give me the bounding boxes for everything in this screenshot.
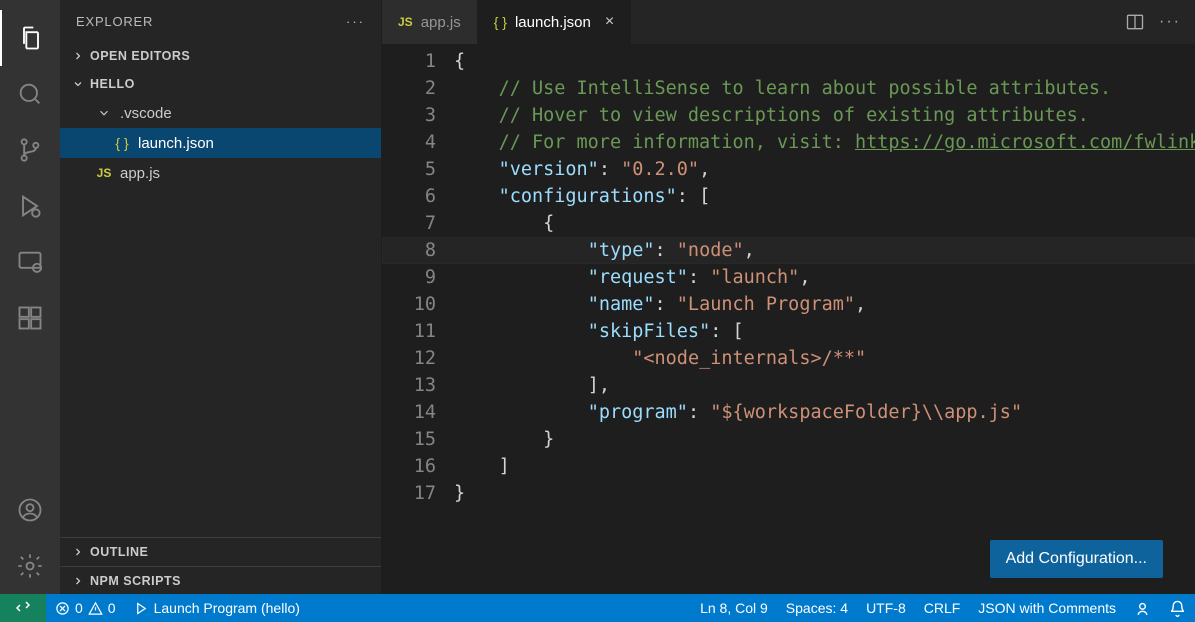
sidebar: EXPLORER ··· OPEN EDITORS HELLO <box>60 0 382 594</box>
status-indent[interactable]: Spaces: 4 <box>777 594 857 622</box>
json-icon: { } <box>494 14 507 30</box>
tree-file-launch-json[interactable]: { } launch.json <box>60 128 381 158</box>
extensions-icon <box>16 304 44 332</box>
section-open-editors[interactable]: OPEN EDITORS <box>60 42 381 70</box>
warning-icon <box>88 601 103 616</box>
tab-launch-json[interactable]: { } launch.json × <box>478 0 631 44</box>
chevron-right-icon <box>70 50 86 62</box>
status-language[interactable]: JSON with Comments <box>969 594 1125 622</box>
section-npm-scripts[interactable]: NPM SCRIPTS <box>60 566 381 594</box>
sidebar-title: EXPLORER <box>76 14 153 29</box>
more-icon[interactable]: ··· <box>346 14 365 29</box>
editor-area: JS app.js { } launch.json × ··· <box>382 0 1195 594</box>
gear-icon <box>16 552 44 580</box>
json-icon: { } <box>112 135 132 151</box>
activity-remote-explorer[interactable] <box>0 234 60 290</box>
status-launch-config[interactable]: Launch Program (hello) <box>125 594 309 622</box>
section-workspace[interactable]: HELLO <box>60 70 381 98</box>
status-eol[interactable]: CRLF <box>915 594 970 622</box>
code-content[interactable]: { // Use IntelliSense to learn about pos… <box>454 44 1195 594</box>
error-icon <box>55 601 70 616</box>
add-configuration-button[interactable]: Add Configuration... <box>990 540 1163 578</box>
split-editor-icon[interactable] <box>1125 12 1145 32</box>
chevron-down-icon <box>70 78 86 90</box>
file-tree: .vscode { } launch.json JS app.js <box>60 98 381 188</box>
bell-icon <box>1169 600 1186 617</box>
activity-debug[interactable] <box>0 178 60 234</box>
remote-indicator[interactable] <box>0 594 46 622</box>
branch-icon <box>16 136 44 164</box>
status-encoding[interactable]: UTF-8 <box>857 594 915 622</box>
tree-file-app-js[interactable]: JS app.js <box>60 158 381 188</box>
line-gutter: 1234567891011121314151617 <box>382 44 454 594</box>
activity-explorer[interactable] <box>0 10 60 66</box>
play-bug-icon <box>16 192 44 220</box>
tab-app-js[interactable]: JS app.js <box>382 0 478 44</box>
chevron-right-icon <box>70 546 86 558</box>
close-icon[interactable]: × <box>605 13 614 31</box>
account-icon <box>16 496 44 524</box>
status-bar: 0 0 Launch Program (hello) Ln 8, Col 9 S… <box>0 594 1195 622</box>
more-icon[interactable]: ··· <box>1159 13 1181 31</box>
tree-folder-vscode[interactable]: .vscode <box>60 98 381 128</box>
tab-bar: JS app.js { } launch.json × ··· <box>382 0 1195 44</box>
activity-search[interactable] <box>0 66 60 122</box>
feedback-icon <box>1134 600 1151 617</box>
activity-bar <box>0 0 60 594</box>
status-notifications[interactable] <box>1160 594 1195 622</box>
code-editor[interactable]: 1234567891011121314151617 { // Use Intel… <box>382 44 1195 594</box>
chevron-right-icon <box>70 575 86 587</box>
files-icon <box>17 24 45 52</box>
js-icon: JS <box>94 166 114 180</box>
activity-source-control[interactable] <box>0 122 60 178</box>
chevron-down-icon <box>94 106 114 120</box>
js-icon: JS <box>398 15 413 29</box>
play-icon <box>134 601 149 616</box>
activity-settings[interactable] <box>0 538 60 594</box>
status-feedback[interactable] <box>1125 594 1160 622</box>
monitor-icon <box>16 248 44 276</box>
remote-icon <box>14 599 32 617</box>
section-outline[interactable]: OUTLINE <box>60 538 381 566</box>
activity-extensions[interactable] <box>0 290 60 346</box>
search-icon <box>16 80 44 108</box>
activity-accounts[interactable] <box>0 482 60 538</box>
status-cursor[interactable]: Ln 8, Col 9 <box>691 594 777 622</box>
status-problems[interactable]: 0 0 <box>46 594 125 622</box>
sidebar-title-row: EXPLORER ··· <box>60 0 381 42</box>
